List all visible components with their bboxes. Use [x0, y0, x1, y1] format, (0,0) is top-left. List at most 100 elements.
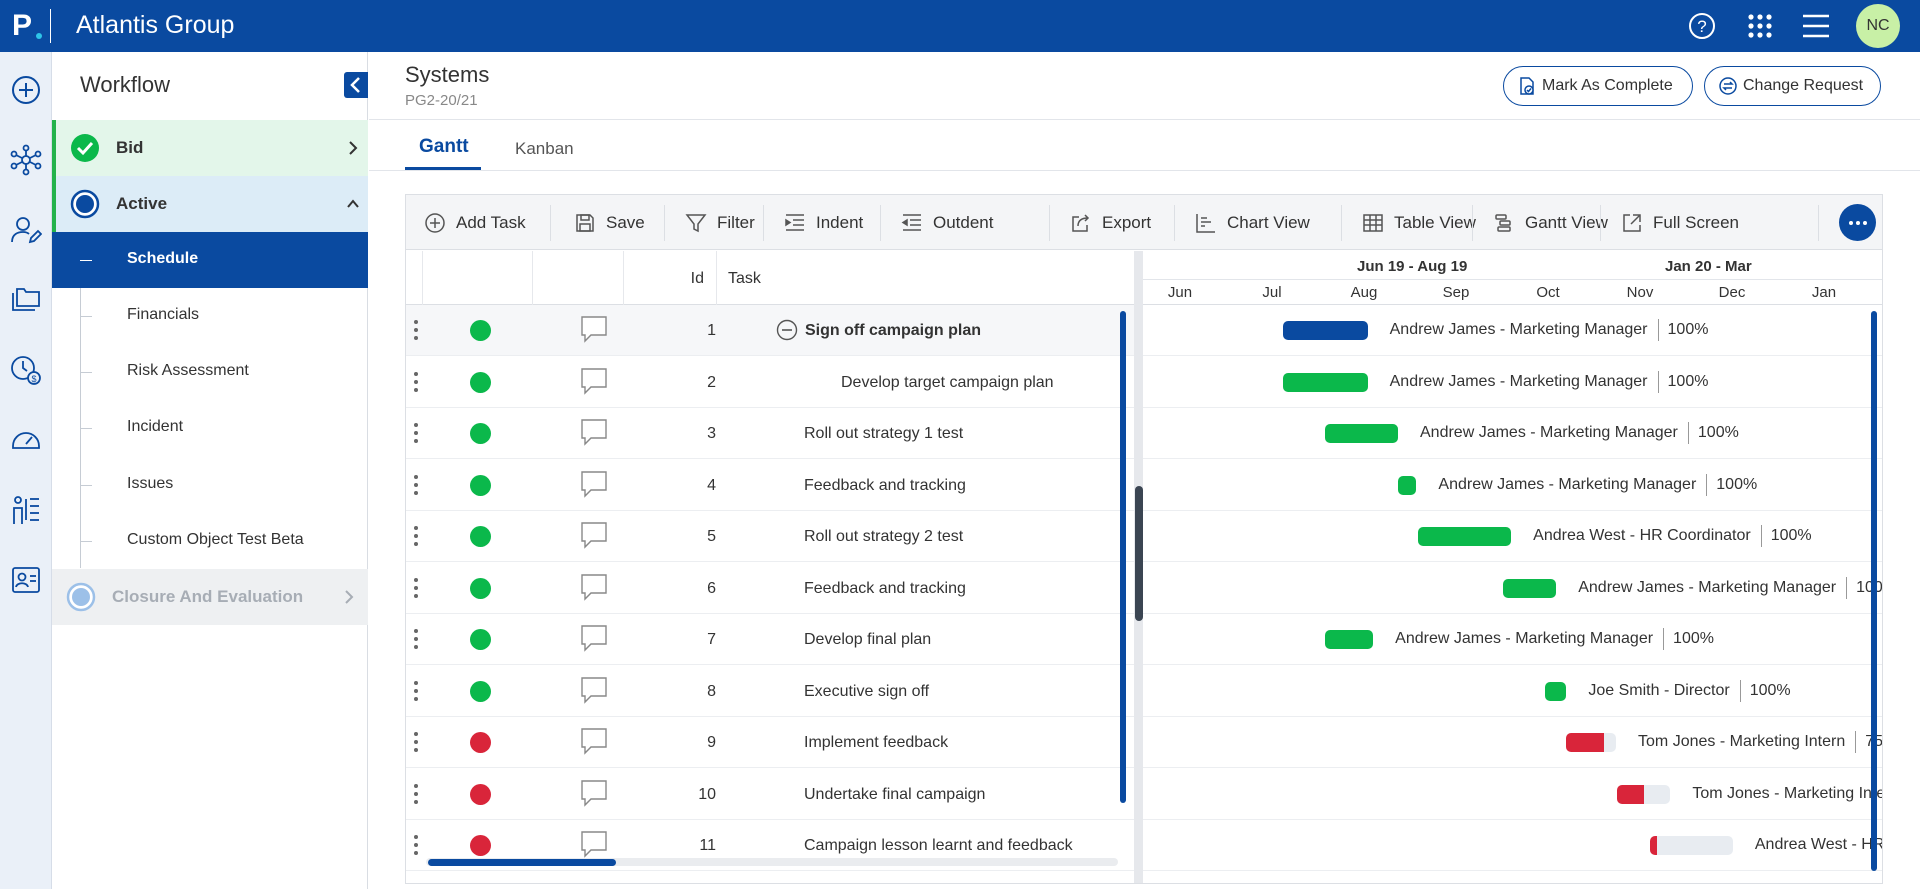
comment-icon[interactable] [580, 315, 608, 343]
sub-item-issues[interactable]: Issues [52, 457, 368, 513]
mark-as-complete-button[interactable]: Mark As Complete [1503, 66, 1693, 106]
header-task-col[interactable]: Task [717, 251, 1137, 305]
save-button[interactable]: Save [574, 195, 645, 250]
task-name[interactable]: Executive sign off [804, 683, 929, 701]
drag-handle-icon[interactable] [414, 474, 418, 497]
task-name[interactable]: Feedback and tracking [804, 477, 966, 495]
table-vertical-scrollbar[interactable] [1120, 311, 1126, 803]
drag-handle-icon[interactable] [414, 526, 418, 548]
finance-clock-icon[interactable]: $ [10, 354, 42, 386]
drag-handle-icon[interactable] [414, 577, 418, 600]
comment-icon[interactable] [580, 573, 608, 601]
collapse-panel-button[interactable] [344, 72, 368, 98]
gantt-task-bar[interactable] [1283, 372, 1368, 392]
table-row[interactable]: 2 Develop target campaign plan [406, 357, 1137, 408]
gantt-task-bar[interactable] [1650, 836, 1733, 855]
comment-icon[interactable] [580, 779, 608, 807]
gantt-task-bar[interactable] [1545, 681, 1567, 701]
gantt-vertical-scrollbar[interactable] [1871, 311, 1877, 871]
task-name[interactable]: Feedback and tracking [804, 580, 966, 598]
sub-item-incident[interactable]: Incident [52, 400, 368, 456]
sub-item-risk-assessment[interactable]: Risk Assessment [52, 344, 368, 400]
gantt-task-bar[interactable] [1283, 321, 1368, 340]
user-edit-icon[interactable] [10, 214, 42, 246]
table-row[interactable]: 1 Sign off campaign plan [406, 305, 1137, 356]
drag-handle-icon[interactable] [414, 680, 418, 703]
comment-icon[interactable] [580, 470, 608, 498]
tab-kanban[interactable]: Kanban [515, 139, 574, 173]
task-name[interactable]: Sign off campaign plan [805, 322, 981, 340]
tab-gantt[interactable]: Gantt [419, 136, 469, 170]
drag-handle-icon[interactable] [414, 835, 418, 857]
drag-handle-icon[interactable] [414, 423, 418, 445]
comment-icon[interactable] [580, 830, 608, 858]
table-row[interactable]: 3 Roll out strategy 1 test [406, 408, 1137, 459]
status-indicator [470, 783, 491, 805]
user-avatar[interactable]: NC [1856, 4, 1900, 48]
drag-handle-icon[interactable] [414, 320, 418, 342]
drag-handle-icon[interactable] [414, 629, 418, 651]
add-circle-icon[interactable] [10, 74, 42, 106]
more-options-button[interactable] [1839, 204, 1876, 241]
task-name[interactable]: Campaign lesson learnt and feedback [804, 837, 1073, 855]
sub-item-financials[interactable]: Financials [52, 288, 368, 344]
export-button[interactable]: Export [1070, 195, 1160, 250]
gantt-task-bar[interactable] [1616, 784, 1671, 804]
add-task-button[interactable]: Add Task [424, 195, 526, 250]
task-name[interactable]: Develop target campaign plan [841, 374, 1054, 392]
table-row[interactable]: 9 Implement feedback [406, 717, 1137, 768]
change-request-button[interactable]: Change Request [1704, 66, 1881, 106]
dashboard-gauge-icon[interactable] [10, 424, 42, 456]
help-icon[interactable]: ? [1686, 10, 1718, 42]
sub-item-custom-object[interactable]: Custom Object Test Beta [52, 513, 368, 569]
full-screen-button[interactable]: Full Screen [1621, 195, 1739, 250]
comment-icon[interactable] [580, 521, 608, 549]
table-view-button[interactable]: Table View [1362, 195, 1476, 250]
gantt-task-bar[interactable] [1502, 578, 1557, 598]
drag-handle-icon[interactable] [414, 732, 418, 754]
gantt-task-bar[interactable] [1325, 630, 1374, 649]
table-row[interactable]: 8 Executive sign off [406, 666, 1137, 717]
gantt-view-button[interactable]: Gantt View [1493, 195, 1613, 250]
apps-grid-icon[interactable] [1744, 10, 1776, 42]
table-row[interactable]: 5 Roll out strategy 2 test [406, 511, 1137, 562]
app-logo[interactable]: P [12, 6, 52, 46]
task-name[interactable]: Roll out strategy 2 test [804, 528, 963, 546]
sub-item-schedule[interactable]: Schedule [52, 232, 368, 288]
splitter-handle[interactable] [1135, 486, 1143, 621]
task-name[interactable]: Implement feedback [804, 734, 948, 752]
task-name[interactable]: Develop final plan [804, 631, 931, 649]
gantt-task-bar[interactable] [1418, 527, 1512, 546]
table-horizontal-scrollbar[interactable] [428, 859, 616, 866]
filter-button[interactable]: Filter [685, 195, 755, 250]
comment-icon[interactable] [580, 727, 608, 755]
comment-icon[interactable] [580, 624, 608, 652]
stage-closure[interactable]: Closure And Evaluation [52, 569, 368, 625]
comment-icon[interactable] [580, 367, 608, 395]
stage-active[interactable]: Active [52, 176, 368, 232]
stage-bid[interactable]: Bid [52, 120, 368, 176]
table-row[interactable]: 4 Feedback and tracking [406, 460, 1137, 511]
outdent-button[interactable]: Outdent [901, 195, 1001, 250]
drag-handle-icon[interactable] [414, 371, 418, 394]
task-name[interactable]: Roll out strategy 1 test [804, 425, 963, 443]
task-name[interactable]: Undertake final campaign [804, 786, 985, 804]
gantt-task-bar[interactable] [1325, 424, 1398, 443]
profile-card-icon[interactable] [10, 564, 42, 596]
comment-icon[interactable] [580, 676, 608, 704]
collapse-group-icon[interactable] [776, 319, 798, 341]
hamburger-menu-icon[interactable] [1800, 10, 1832, 42]
table-row[interactable]: 10 Undertake final campaign [406, 769, 1137, 820]
org-chart-icon[interactable] [10, 494, 42, 526]
table-row[interactable]: 6 Feedback and tracking [406, 563, 1137, 614]
gantt-task-bar[interactable] [1566, 733, 1617, 752]
comment-icon[interactable] [580, 418, 608, 446]
indent-button[interactable]: Indent [784, 195, 864, 250]
drag-handle-icon[interactable] [414, 783, 418, 806]
chart-view-button[interactable]: Chart View [1195, 195, 1310, 250]
table-row[interactable]: 7 Develop final plan [406, 614, 1137, 665]
network-icon[interactable] [10, 144, 42, 176]
header-id-col[interactable]: Id [624, 251, 717, 305]
folders-icon[interactable] [10, 284, 42, 316]
gantt-task-bar[interactable] [1398, 475, 1417, 495]
